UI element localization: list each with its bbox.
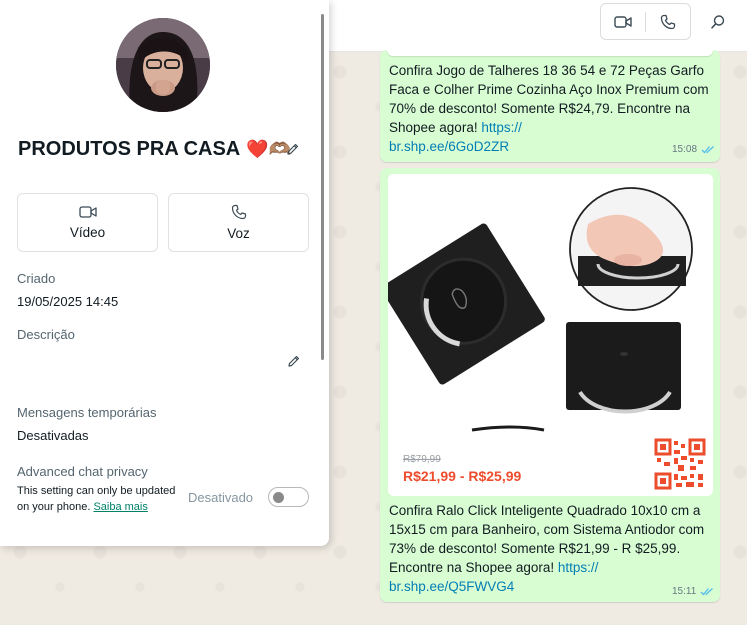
double-check-icon (700, 588, 714, 596)
disappearing-messages-value[interactable]: Desativadas (17, 428, 89, 443)
voice-call-button[interactable] (646, 4, 690, 39)
created-label: Criado (17, 271, 56, 286)
link-preview-card-edge (387, 50, 713, 56)
old-price: R$79,99 (403, 454, 441, 465)
search-icon (711, 15, 725, 29)
disappearing-messages-label: Mensagens temporárias (17, 405, 157, 420)
message-bubble[interactable]: R$79,99 R$21,99 - R$25,99 Confira Ralo C… (380, 168, 720, 602)
video-call-button[interactable] (601, 4, 645, 39)
privacy-toggle[interactable] (268, 487, 309, 507)
group-emoji: ❤️🫶🏽 (246, 139, 292, 159)
video-call-action-button[interactable]: Vídeo (17, 193, 158, 252)
video-action-label: Vídeo (69, 225, 106, 240)
description-label: Descrição (17, 327, 75, 342)
edit-description-icon[interactable] (287, 354, 301, 368)
message-time: 15:11 (672, 586, 697, 597)
voice-action-label: Voz (227, 226, 250, 241)
double-check-icon (701, 146, 714, 154)
message-body: Confira Jogo de Talheres 18 36 54 e 72 P… (389, 63, 713, 135)
group-name: PRODUTOS PRA CASA (18, 138, 241, 160)
message-meta: 15:11 (672, 586, 714, 597)
advanced-privacy-label: Advanced chat privacy (17, 464, 148, 479)
group-title: PRODUTOS PRA CASA ❤️🫶🏽 (18, 138, 291, 161)
created-value: 19/05/2025 14:45 (17, 294, 119, 309)
message-meta: 15:08 (672, 144, 715, 155)
learn-more-link[interactable]: Saiba mais (93, 501, 147, 513)
group-avatar[interactable] (116, 18, 210, 112)
toggle-knob (273, 492, 284, 503)
video-icon (78, 206, 97, 218)
message-time: 15:08 (672, 144, 698, 155)
privacy-toggle-label: Desativado (188, 490, 254, 505)
message-body: Confira Ralo Click Inteligente Quadrado … (389, 503, 708, 575)
call-button-group (600, 3, 691, 40)
voice-call-action-button[interactable]: Voz (168, 193, 309, 252)
phone-icon (660, 14, 676, 29)
search-button[interactable] (704, 8, 732, 36)
advanced-privacy-note: This setting can only be updated on your… (17, 483, 187, 515)
product-image (388, 174, 713, 439)
message-bubble[interactable]: Confira Jogo de Talheres 18 36 54 e 72 P… (380, 50, 720, 162)
edit-name-icon[interactable] (286, 142, 300, 156)
phone-icon (231, 204, 246, 220)
group-info-panel: PRODUTOS PRA CASA ❤️🫶🏽 Vídeo Voz Criado … (0, 0, 329, 546)
avatar-image (116, 18, 210, 112)
video-icon (614, 15, 632, 28)
message-text: Confira Ralo Click Inteligente Quadrado … (389, 501, 714, 596)
price-range: R$21,99 - R$25,99 (403, 468, 522, 484)
panel-scrollbar[interactable] (321, 14, 324, 360)
qr-code-image (654, 438, 706, 490)
link-preview-card[interactable]: R$79,99 R$21,99 - R$25,99 (388, 174, 713, 496)
message-text: Confira Jogo de Talheres 18 36 54 e 72 P… (389, 61, 714, 156)
